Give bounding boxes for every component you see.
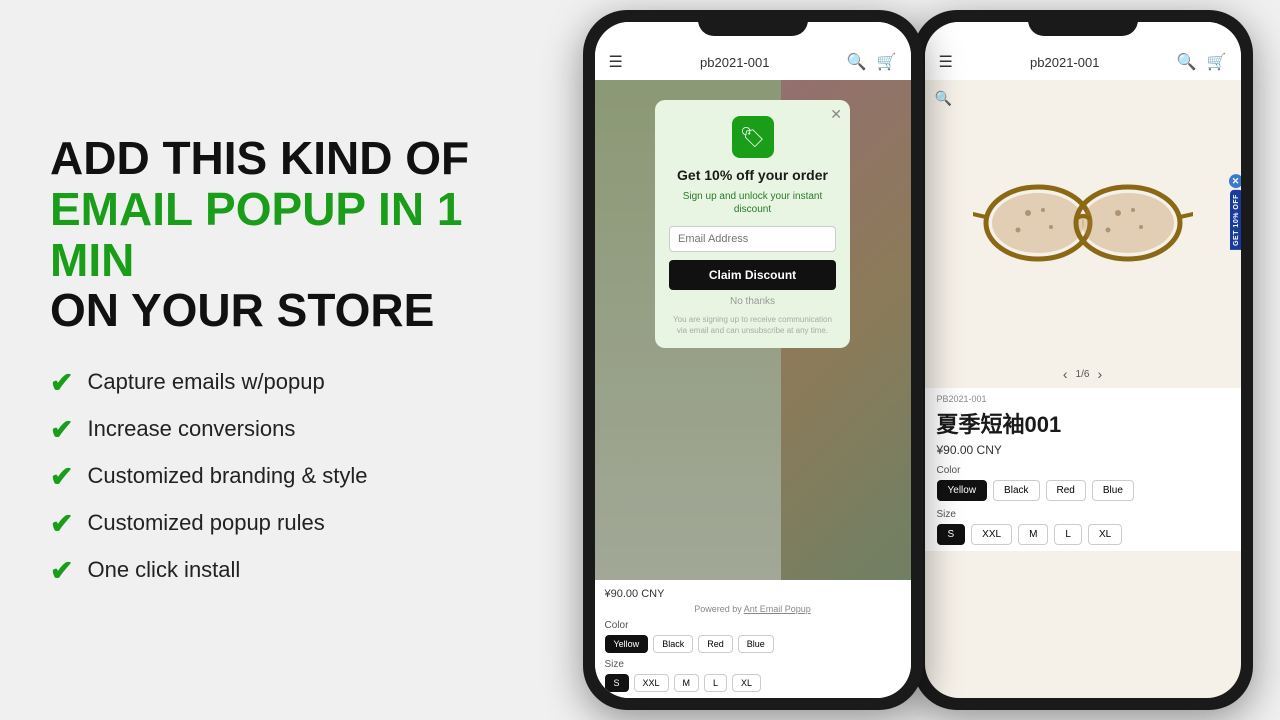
color-swatch-black[interactable]: Black	[653, 635, 693, 653]
phone2-size-label: Size	[937, 509, 1229, 520]
popup-email-input[interactable]	[669, 226, 836, 252]
phone2-color-label: Color	[937, 465, 1229, 476]
phone1-color-section: Color Yellow Black Red Blue	[605, 620, 901, 653]
phone2-color-yellow[interactable]: Yellow	[937, 480, 988, 501]
feature-label-5: One click install	[87, 557, 240, 583]
size-swatch-xl[interactable]: XL	[732, 674, 761, 692]
phone1-background: ✕ 🏷 Get 10% off your order Sign up and u…	[595, 80, 911, 580]
phone1-product-price: ¥90.00 CNY	[605, 588, 901, 600]
cart-icon[interactable]: 🛒	[877, 52, 897, 72]
phone1-size-section: Size S XXL M L XL	[605, 659, 901, 692]
color-swatch-blue[interactable]: Blue	[738, 635, 774, 653]
phone-2: ☰ pb2021-001 🔍 🛒 🔍	[913, 10, 1253, 710]
check-icon-4: ✔	[50, 507, 73, 540]
feature-item-3: ✔ Customized branding & style	[50, 460, 515, 493]
phone2-size-s[interactable]: S	[937, 524, 966, 545]
popup-subtitle: Sign up and unlock your instant discount	[669, 190, 836, 216]
menu-icon[interactable]: ☰	[609, 52, 623, 72]
phone1-color-swatches: Yellow Black Red Blue	[605, 635, 901, 653]
prev-slide-button[interactable]: ‹	[1063, 366, 1068, 382]
phone2-cart-icon[interactable]: 🛒	[1207, 52, 1227, 72]
powered-by-link[interactable]: Ant Email Popup	[744, 604, 811, 614]
popup-tag-icon: 🏷	[732, 116, 774, 158]
email-popup: ✕ 🏷 Get 10% off your order Sign up and u…	[655, 100, 850, 348]
phone1-size-label: Size	[605, 659, 901, 670]
glasses-image	[973, 170, 1193, 270]
color-swatch-yellow[interactable]: Yellow	[605, 635, 649, 653]
phone2-color-red[interactable]: Red	[1046, 480, 1086, 501]
search-icon[interactable]: 🔍	[847, 52, 867, 72]
next-slide-button[interactable]: ›	[1097, 366, 1102, 382]
feature-item-2: ✔ Increase conversions	[50, 413, 515, 446]
check-icon-3: ✔	[50, 460, 73, 493]
phones-panel: ☰ pb2021-001 🔍 🛒 ✕ 🏷 Get 10% off your or…	[555, 0, 1280, 720]
phone2-topbar-icons: 🔍 🛒	[1177, 52, 1227, 72]
slide-indicator: ‹ 1/6 ›	[925, 360, 1241, 388]
check-icon-5: ✔	[50, 554, 73, 587]
feature-label-2: Increase conversions	[87, 416, 295, 442]
feature-label-1: Capture emails w/popup	[87, 369, 324, 395]
product-sku: PB2021-001	[937, 394, 1229, 404]
check-icon-1: ✔	[50, 366, 73, 399]
check-icon-2: ✔	[50, 413, 73, 446]
size-swatch-xxl[interactable]: XXL	[634, 674, 669, 692]
feature-label-4: Customized popup rules	[87, 510, 324, 536]
size-swatch-s[interactable]: S	[605, 674, 629, 692]
claim-discount-button[interactable]: Claim Discount	[669, 260, 836, 290]
phone1-inner: ☰ pb2021-001 🔍 🛒 ✕ 🏷 Get 10% off your or…	[595, 22, 911, 698]
phone2-size-xl[interactable]: XL	[1088, 524, 1122, 545]
powered-by-text: Powered by Ant Email Popup	[605, 604, 901, 614]
size-swatch-m[interactable]: M	[674, 674, 700, 692]
badge-close-button[interactable]: ✕	[1229, 174, 1241, 188]
phone2-product-info: PB2021-001 夏季短袖001 ¥90.00 CNY Color Yell…	[925, 388, 1241, 551]
features-list: ✔ Capture emails w/popup ✔ Increase conv…	[50, 366, 515, 587]
feature-label-3: Customized branding & style	[87, 463, 367, 489]
feature-item-5: ✔ One click install	[50, 554, 515, 587]
phone-1: ☰ pb2021-001 🔍 🛒 ✕ 🏷 Get 10% off your or…	[583, 10, 923, 710]
phone2-size-l[interactable]: L	[1054, 524, 1082, 545]
phone1-product-bottom: ¥90.00 CNY Powered by Ant Email Popup Co…	[595, 580, 911, 698]
phone2-store-name: pb2021-001	[1030, 55, 1099, 70]
popup-overlay: ✕ 🏷 Get 10% off your order Sign up and u…	[595, 80, 911, 580]
discount-badge[interactable]: GET 10% OFF	[1230, 190, 1241, 250]
phone2-size-m[interactable]: M	[1018, 524, 1048, 545]
phone2-color-black[interactable]: Black	[993, 480, 1039, 501]
popup-disclaimer: You are signing up to receive communicat…	[669, 315, 836, 336]
popup-close-button[interactable]: ✕	[830, 106, 842, 123]
phone2-search-icon[interactable]: 🔍	[1177, 52, 1197, 72]
phone2-size-xxl[interactable]: XXL	[971, 524, 1012, 545]
phone2-product-image: 🔍	[925, 80, 1241, 360]
headline-line1: ADD THIS KIND OF	[50, 133, 515, 184]
color-swatch-red[interactable]: Red	[698, 635, 733, 653]
phone1-store-name: pb2021-001	[700, 55, 769, 70]
phone1-topbar-icons: 🔍 🛒	[847, 52, 897, 72]
headline-line3: ON YOUR STORE	[50, 285, 515, 336]
phone2-color-swatches: Yellow Black Red Blue	[937, 480, 1229, 501]
phone1-notch	[698, 10, 808, 36]
phone2-inner: ☰ pb2021-001 🔍 🛒 🔍	[925, 22, 1241, 698]
size-swatch-l[interactable]: L	[704, 674, 727, 692]
product-name: 夏季短袖001	[937, 407, 1229, 439]
feature-item-1: ✔ Capture emails w/popup	[50, 366, 515, 399]
phone2-product-price: ¥90.00 CNY	[937, 443, 1229, 457]
headline-line2-green: EMAIL POPUP	[50, 183, 365, 235]
phone1-size-swatches: S XXL M L XL	[605, 674, 901, 692]
phone1-color-label: Color	[605, 620, 901, 631]
slide-count: 1/6	[1076, 369, 1090, 380]
headline-line2: EMAIL POPUP IN 1 MIN	[50, 184, 515, 285]
phone2-color-blue[interactable]: Blue	[1092, 480, 1134, 501]
popup-no-thanks[interactable]: No thanks	[669, 296, 836, 307]
headline: ADD THIS KIND OF EMAIL POPUP IN 1 MIN ON…	[50, 133, 515, 335]
phone2-menu-icon[interactable]: ☰	[939, 52, 953, 72]
discount-badge-container: GET 10% OFF ✕	[1230, 190, 1241, 250]
phone2-size-swatches: S XXL M L XL	[937, 524, 1229, 545]
phone2-notch	[1028, 10, 1138, 36]
left-panel: ADD THIS KIND OF EMAIL POPUP IN 1 MIN ON…	[0, 0, 555, 720]
popup-title: Get 10% off your order	[669, 166, 836, 184]
zoom-icon[interactable]: 🔍	[935, 90, 952, 107]
feature-item-4: ✔ Customized popup rules	[50, 507, 515, 540]
